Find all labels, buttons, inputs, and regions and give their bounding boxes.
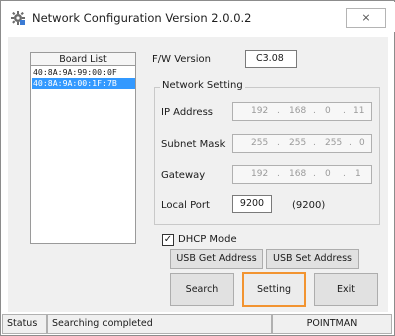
ip-separator: . [343, 106, 346, 116]
status-message: Searching completed [47, 314, 272, 334]
gateway-octet-1: 192 [251, 169, 269, 179]
close-button[interactable]: ⨯ [346, 8, 386, 28]
window-title: Network Configuration Version 2.0.0.2 [32, 11, 252, 25]
ip-address-field[interactable]: 192 . 168 . 0 . 11 [232, 102, 372, 121]
local-port-hint: (9200) [292, 200, 326, 211]
subnet-separator: . [349, 138, 352, 148]
usb-set-address-button[interactable]: USB Set Address [266, 249, 359, 269]
subnet-octet-4: 0 [359, 138, 365, 148]
subnet-octet-2: 255 [289, 138, 307, 148]
gateway-octet-2: 168 [289, 169, 307, 179]
gateway-field[interactable]: 192 . 168 . 0 . 1 [232, 165, 372, 184]
ip-octet-2: 168 [289, 106, 307, 116]
checkmark-icon: ✓ [163, 234, 173, 245]
board-list[interactable]: 40:8A:9A:99:00:0F 40:8A:9A:00:1F:7B [30, 65, 136, 244]
subnet-octet-3: 255 [325, 138, 343, 148]
ip-octet-4: 11 [353, 106, 365, 116]
title-bar[interactable]: Network Configuration Version 2.0.0.2 ⨯ [2, 2, 395, 32]
network-setting-title: Network Setting [160, 80, 245, 91]
subnet-octet-1: 255 [251, 138, 269, 148]
network-config-icon [11, 11, 25, 25]
gateway-separator: . [277, 169, 280, 179]
ip-octet-3: 0 [325, 106, 331, 116]
fw-version-value: C3.08 [245, 50, 297, 68]
ip-octet-1: 192 [251, 106, 269, 116]
subnet-separator: . [313, 138, 316, 148]
gateway-label: Gateway [161, 170, 206, 181]
board-list-header: Board List [30, 52, 136, 66]
search-button[interactable]: Search [170, 273, 234, 306]
local-port-label: Local Port [161, 200, 210, 211]
dhcp-label: DHCP Mode [178, 234, 237, 245]
dhcp-checkbox[interactable]: ✓ [162, 234, 174, 246]
status-label: Status [2, 314, 47, 334]
board-list-item-selected[interactable]: 40:8A:9A:00:1F:7B [32, 78, 135, 89]
gateway-separator: . [343, 169, 346, 179]
subnet-separator: . [277, 138, 280, 148]
ip-separator: . [277, 106, 280, 116]
ip-separator: . [313, 106, 316, 116]
gateway-separator: . [313, 169, 316, 179]
close-icon: ⨯ [361, 11, 371, 24]
ip-address-label: IP Address [161, 107, 213, 118]
local-port-field[interactable]: 9200 [232, 195, 272, 213]
subnet-mask-label: Subnet Mask [161, 139, 226, 150]
exit-button[interactable]: Exit [314, 273, 378, 306]
usb-get-address-button[interactable]: USB Get Address [170, 249, 263, 269]
fw-version-label: F/W Version [152, 54, 211, 65]
gateway-octet-4: 1 [355, 169, 361, 179]
status-brand: POINTMAN [272, 314, 392, 334]
gateway-octet-3: 0 [325, 169, 331, 179]
subnet-mask-field[interactable]: 255 . 255 . 255 . 0 [232, 134, 372, 153]
setting-button[interactable]: Setting [242, 272, 306, 307]
board-list-item[interactable]: 40:8A:9A:99:00:0F [32, 67, 135, 78]
